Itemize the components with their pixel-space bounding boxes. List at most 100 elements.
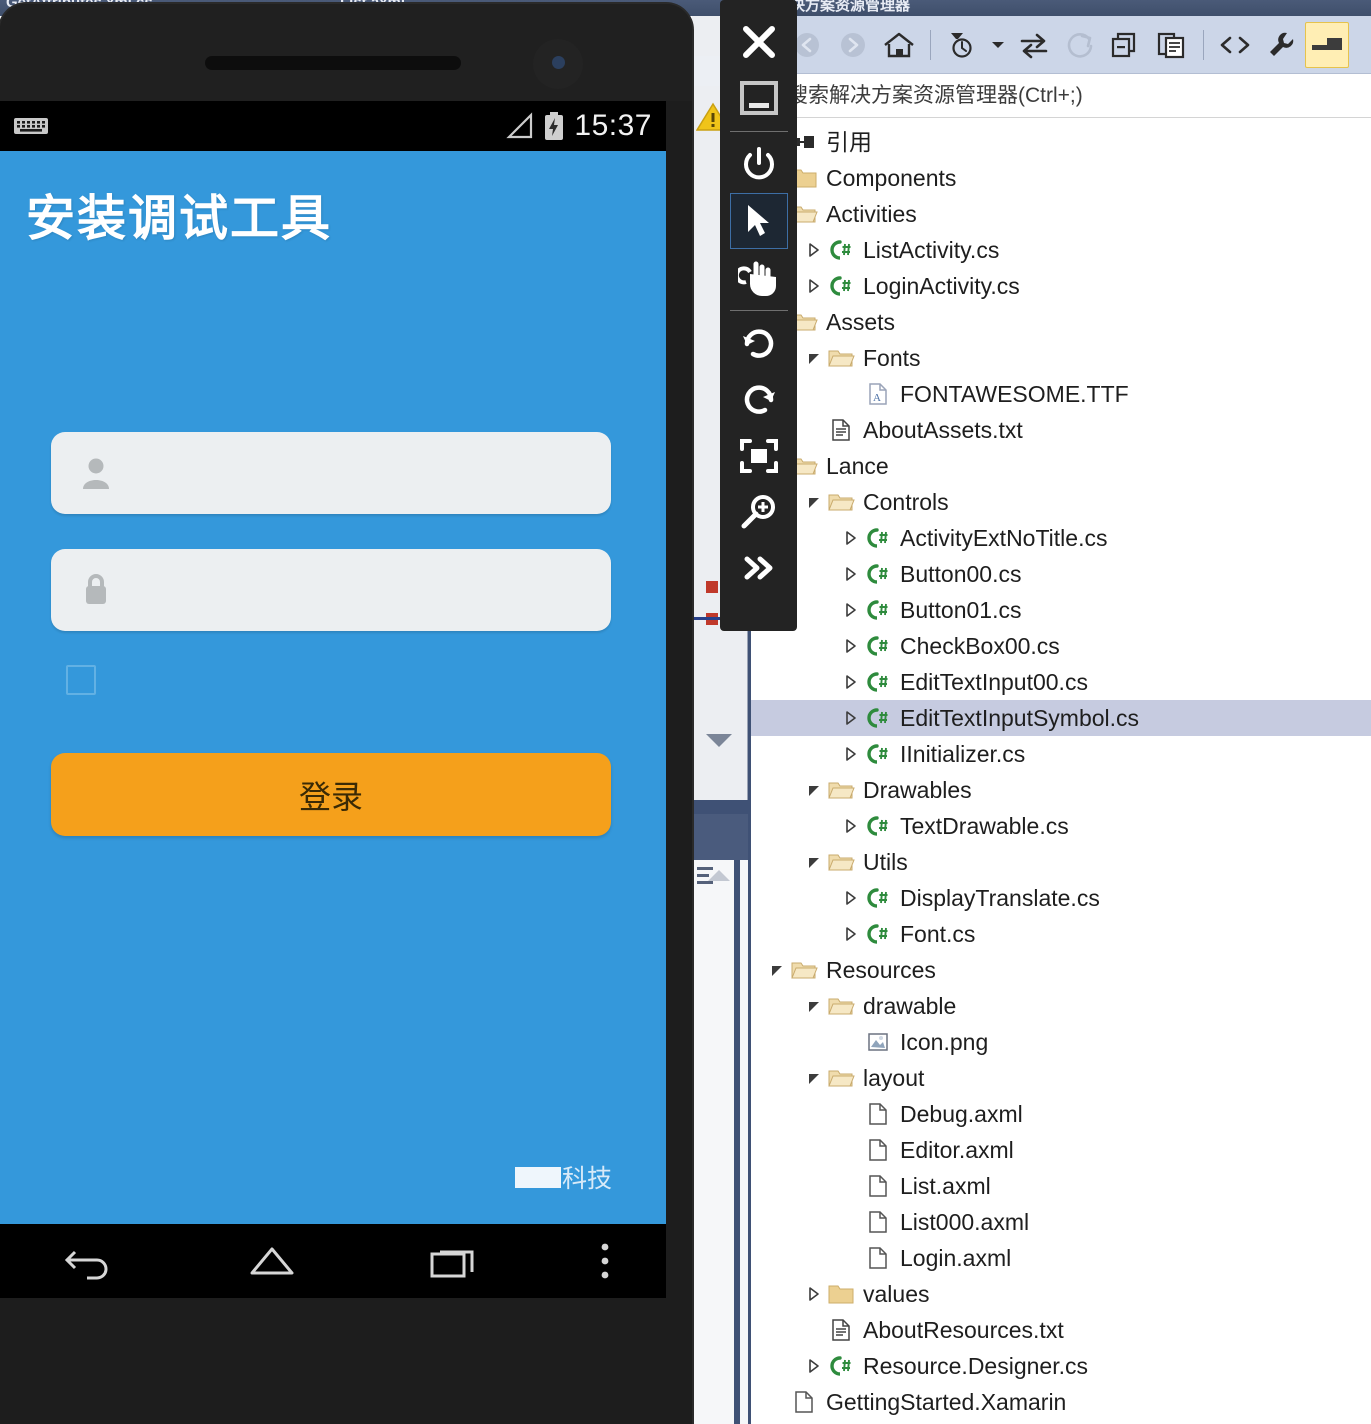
tree-item[interactable]: IInitializer.cs (751, 736, 1371, 772)
recents-nav-icon[interactable] (409, 1237, 499, 1285)
tree-item[interactable]: TextDrawable.cs (751, 808, 1371, 844)
minimize-icon[interactable] (730, 70, 788, 126)
pane-divider[interactable] (692, 800, 748, 814)
company-watermark: 科技 (514, 1159, 612, 1195)
expander-collapsed-icon[interactable] (839, 530, 863, 546)
tree-item[interactable]: Drawables (751, 772, 1371, 808)
tree-item[interactable]: AboutResources.txt (751, 1312, 1371, 1348)
forward-icon[interactable] (831, 22, 875, 68)
zoom-in-icon[interactable] (730, 484, 788, 540)
tree-item[interactable]: values (751, 1276, 1371, 1312)
tree-item[interactable]: Assets (751, 304, 1371, 340)
expander-collapsed-icon[interactable] (839, 926, 863, 942)
preview-selected-items-icon[interactable] (1305, 21, 1349, 68)
tree-item[interactable]: Debug.axml (751, 1096, 1371, 1132)
password-input[interactable] (113, 549, 611, 631)
toolbar-separator-2 (729, 310, 788, 311)
tree-item[interactable]: DisplayTranslate.cs (751, 880, 1371, 916)
expander-collapsed-icon[interactable] (839, 890, 863, 906)
expander-collapsed-icon[interactable] (802, 1358, 826, 1374)
expander-collapsed-icon[interactable] (839, 818, 863, 834)
username-input[interactable] (113, 432, 611, 514)
solution-explorer-search[interactable] (751, 74, 1371, 118)
sync-icon[interactable] (1012, 22, 1056, 68)
scrollbar-up-arrow[interactable] (708, 870, 730, 881)
expander-collapsed-icon[interactable] (839, 566, 863, 582)
properties-wrench-icon[interactable] (1259, 22, 1303, 68)
fit-screen-icon[interactable] (730, 428, 788, 484)
scrollbar-down-arrow[interactable] (706, 734, 732, 747)
tree-item-label: ActivityExtNoTitle.cs (900, 524, 1108, 551)
expander-collapsed-icon[interactable] (802, 242, 826, 258)
login-button[interactable]: 登录 (51, 753, 611, 836)
show-all-files-icon[interactable] (1150, 22, 1194, 68)
expander-expanded-icon[interactable] (802, 854, 826, 870)
expander-collapsed-icon[interactable] (839, 638, 863, 654)
tree-item[interactable]: Editor.axml (751, 1132, 1371, 1168)
overflow-menu-icon[interactable] (590, 1237, 620, 1285)
expander-expanded-icon[interactable] (802, 782, 826, 798)
expander-expanded-icon[interactable] (802, 998, 826, 1014)
chevron-down-icon[interactable] (986, 22, 1010, 68)
expander-expanded-icon[interactable] (802, 350, 826, 366)
tree-item[interactable]: Fonts (751, 340, 1371, 376)
tree-item[interactable]: ActivityExtNoTitle.cs (751, 520, 1371, 556)
refresh-icon[interactable] (1058, 22, 1102, 68)
tree-item[interactable]: Login.axml (751, 1240, 1371, 1276)
pending-changes-icon[interactable] (940, 22, 984, 68)
tree-item[interactable]: Resources (751, 952, 1371, 988)
rotate-right-icon[interactable] (730, 372, 788, 428)
remember-me-checkbox[interactable] (66, 665, 96, 695)
expander-collapsed-icon[interactable] (839, 746, 863, 762)
tree-item[interactable]: A FONTAWESOME.TTF (751, 376, 1371, 412)
expander-collapsed-icon[interactable] (839, 602, 863, 618)
toolbar-separator-2 (1203, 29, 1204, 60)
tree-item[interactable]: EditTextInput00.cs (751, 664, 1371, 700)
tree-item[interactable]: drawable (751, 988, 1371, 1024)
expander-expanded-icon[interactable] (802, 494, 826, 510)
tree-item[interactable]: Button01.cs (751, 592, 1371, 628)
tree-item[interactable]: Activities (751, 196, 1371, 232)
expander-collapsed-icon[interactable] (839, 674, 863, 690)
more-icon[interactable] (730, 540, 788, 596)
tree-item[interactable]: layout (751, 1060, 1371, 1096)
minimap-marker-error-1 (706, 581, 718, 593)
tree-item[interactable]: List000.axml (751, 1204, 1371, 1240)
tree-item[interactable]: Utils (751, 844, 1371, 880)
tree-item[interactable]: Resource.Designer.cs (751, 1348, 1371, 1384)
tree-item-label: AboutAssets.txt (863, 416, 1023, 443)
search-input[interactable] (787, 83, 1347, 108)
tree-item[interactable]: Components (751, 160, 1371, 196)
home-nav-icon[interactable] (227, 1237, 317, 1285)
tree-item[interactable]: Lance (751, 448, 1371, 484)
expander-collapsed-icon[interactable] (802, 1286, 826, 1302)
power-icon[interactable] (730, 137, 788, 193)
expander-collapsed-icon[interactable] (802, 278, 826, 294)
username-field[interactable] (51, 432, 611, 514)
close-icon[interactable] (730, 14, 788, 70)
rotate-left-icon[interactable] (730, 316, 788, 372)
tree-item[interactable]: List.axml (751, 1168, 1371, 1204)
view-code-icon[interactable] (1213, 22, 1257, 68)
expander-collapsed-icon[interactable] (839, 710, 863, 726)
solution-explorer-tree[interactable]: 引用 Components Activities ListActivity.cs Log… (751, 118, 1371, 1424)
tree-item[interactable]: Controls (751, 484, 1371, 520)
tree-item[interactable]: AboutAssets.txt (751, 412, 1371, 448)
tree-item[interactable]: Font.cs (751, 916, 1371, 952)
expander-expanded-icon[interactable] (802, 1070, 826, 1086)
back-nav-icon[interactable] (46, 1237, 136, 1285)
tree-item[interactable]: Button00.cs (751, 556, 1371, 592)
tree-item[interactable]: ListActivity.cs (751, 232, 1371, 268)
password-field[interactable] (51, 549, 611, 631)
tree-item[interactable]: GettingStarted.Xamarin (751, 1384, 1371, 1420)
tree-item[interactable]: EditTextInputSymbol.cs (751, 700, 1371, 736)
tree-item[interactable]: LoginActivity.cs (751, 268, 1371, 304)
home-icon[interactable] (877, 22, 921, 68)
tree-item[interactable]: CheckBox00.cs (751, 628, 1371, 664)
expander-expanded-icon[interactable] (765, 962, 789, 978)
tree-item[interactable]: Icon.png (751, 1024, 1371, 1060)
collapse-all-icon[interactable] (1104, 22, 1148, 68)
pointer-icon[interactable] (729, 193, 788, 249)
tree-item[interactable]: 引用 (751, 124, 1371, 160)
touch-hand-icon[interactable] (730, 249, 788, 305)
